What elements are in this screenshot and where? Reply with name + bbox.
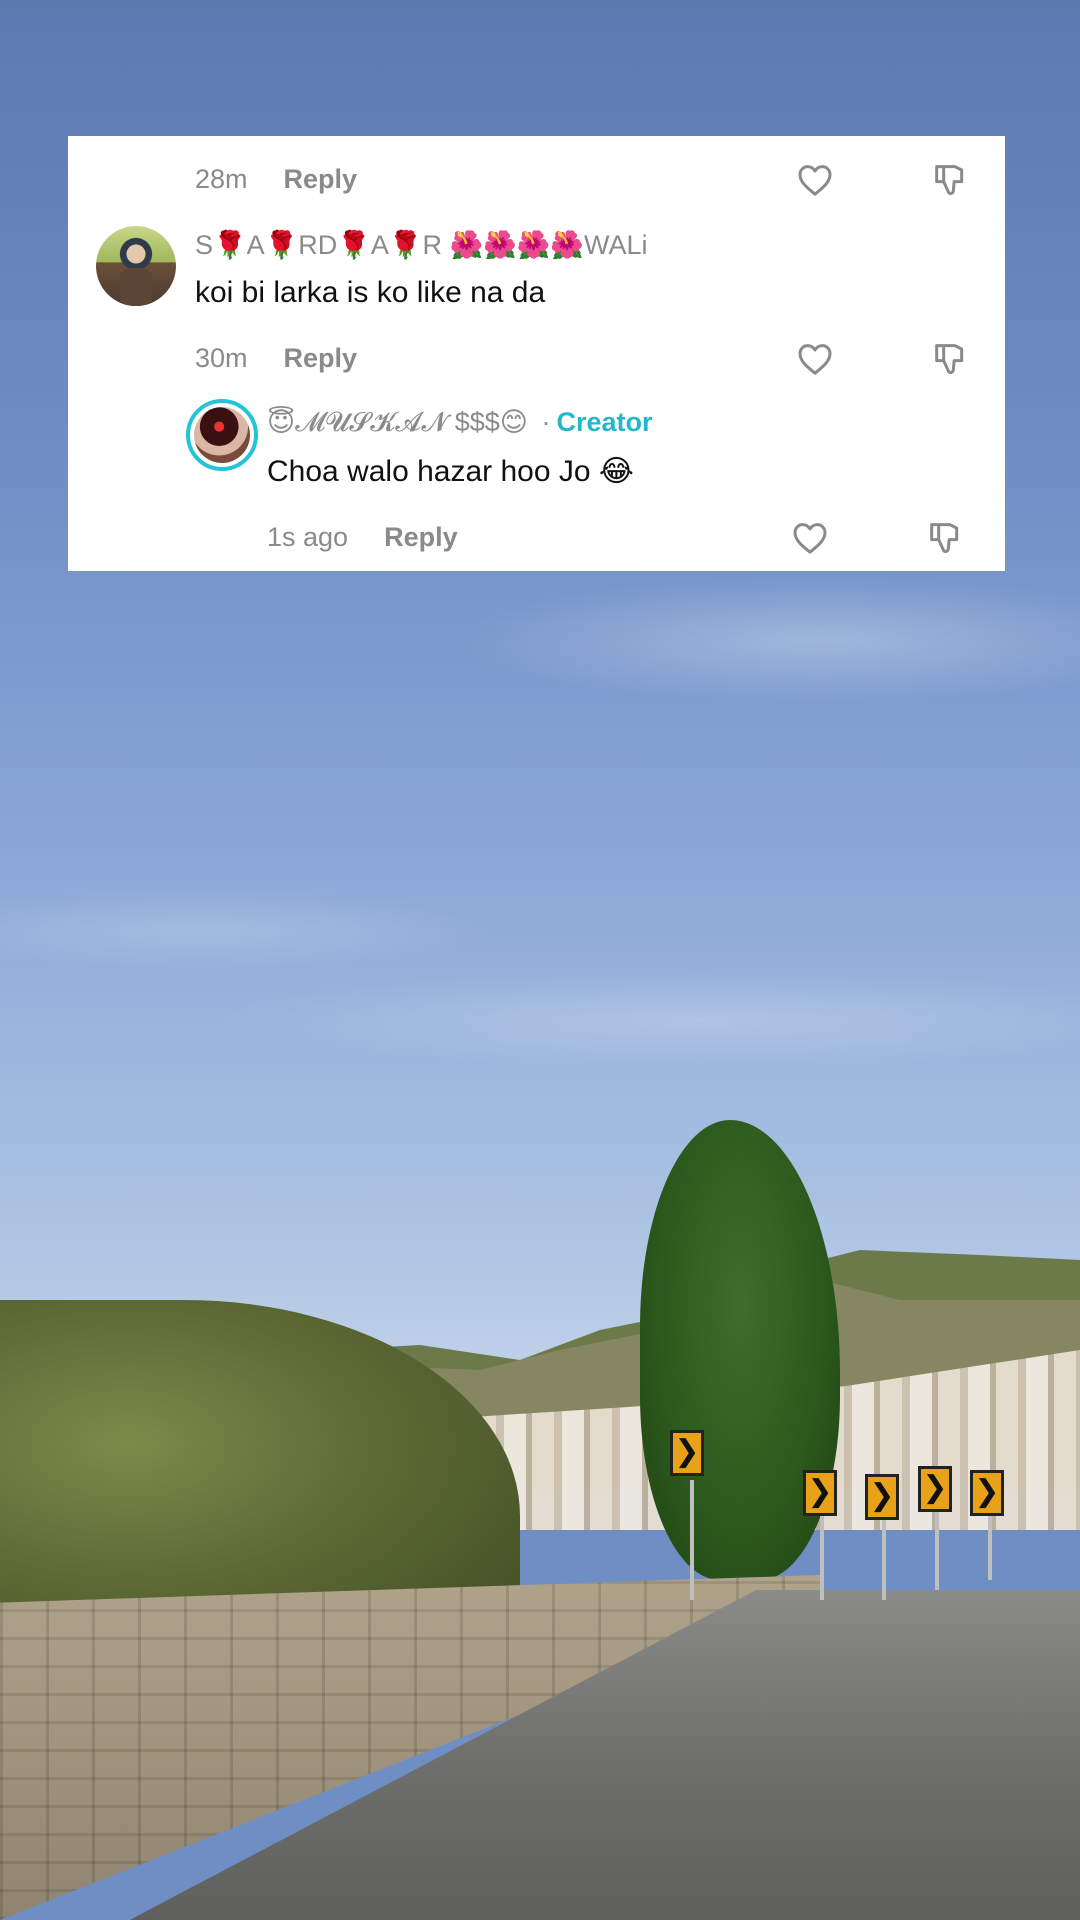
road-sign-chevron: ❯ [670,1430,704,1476]
sign-pole [690,1480,694,1600]
comment-footer: 1s ago Reply [267,522,458,553]
reply-button[interactable]: Reply [284,343,358,373]
avatar[interactable] [96,226,176,306]
creator-badge: Creator [556,407,653,437]
avatar-figure [120,268,152,306]
comment-username[interactable]: S🌹A🌹RD🌹A🌹R 🌺🌺🌺🌺WALi [195,229,647,261]
reply-button[interactable]: Reply [284,164,358,194]
comment-username[interactable]: 😇𝓜𝓤𝓢𝓚𝓐𝓝 $$$😊 [267,407,528,437]
thumbs-down-icon[interactable] [925,518,965,558]
thumbs-down-icon[interactable] [930,160,970,200]
comment-time: 1s ago [267,522,349,552]
comment-time: 30m [195,343,248,373]
avatar-image [194,407,250,463]
comment-footer: 28m Reply [195,164,357,195]
reply-button[interactable]: Reply [384,522,458,552]
reply-header: 😇𝓜𝓤𝓢𝓚𝓐𝓝 $$$😊 · Creator [267,407,652,439]
comment-card: 28m Reply S🌹A🌹RD🌹A🌹R 🌺🌺🌺🌺WALi koi bi lark… [68,136,1005,571]
comment-text: koi bi larka is ko like na da [195,276,546,309]
comment-text: Choa walo hazar hoo Jo 😂 [267,455,634,488]
separator: · [541,407,551,437]
road-sign-chevron: ❯ [803,1470,837,1516]
heart-icon[interactable] [795,160,835,200]
road-sign-chevron: ❯ [918,1466,952,1512]
heart-icon[interactable] [790,518,830,558]
avatar[interactable] [186,399,258,471]
sign-pole [935,1500,939,1590]
sign-pole [882,1510,886,1600]
road-sign-chevron: ❯ [865,1474,899,1520]
road-sign-chevron: ❯ [970,1470,1004,1516]
thumbs-down-icon[interactable] [930,339,970,379]
heart-icon[interactable] [795,339,835,379]
comment-time: 28m [195,164,248,194]
comment-footer: 30m Reply [195,343,357,374]
